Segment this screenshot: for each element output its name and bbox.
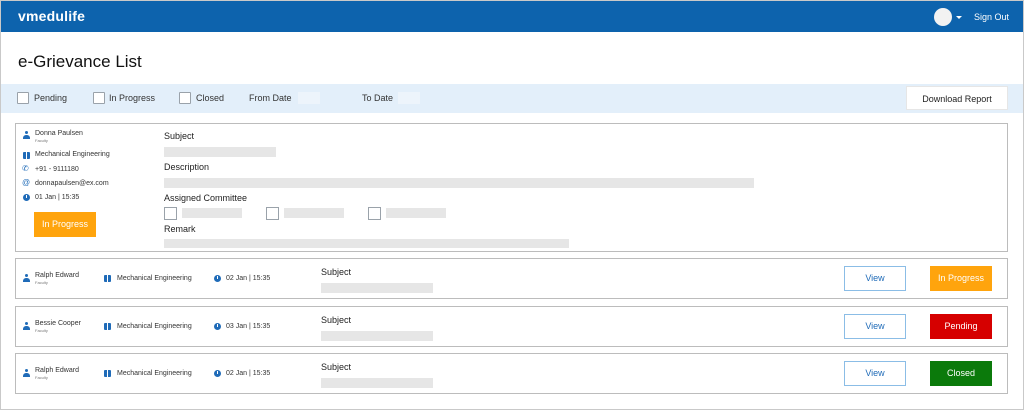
status-in-progress-button[interactable]: In Progress xyxy=(34,212,96,237)
email-icon: @ xyxy=(22,178,31,187)
assigned-committee-label: Assigned Committee xyxy=(164,193,248,203)
book-icon xyxy=(104,370,111,377)
book-icon xyxy=(104,275,111,282)
grievant-name: Bessie Cooper Faculty xyxy=(35,320,81,333)
department: Mechanical Engineering xyxy=(35,151,110,158)
date-time: 02 Jan | 15:35 xyxy=(226,370,271,377)
person-icon xyxy=(23,274,30,282)
subject-value xyxy=(321,283,433,293)
date-time: 01 Jan | 15:35 xyxy=(35,194,80,201)
to-date-label: To Date xyxy=(362,93,394,103)
chevron-down-icon[interactable] xyxy=(956,16,962,19)
to-date-input[interactable] xyxy=(398,92,420,104)
user-avatar[interactable] xyxy=(934,8,952,26)
view-button[interactable]: View xyxy=(844,266,906,291)
from-date-input[interactable] xyxy=(298,92,320,104)
grievant-name: Donna Paulsen Faculty xyxy=(35,130,83,143)
top-navbar: vmedulife Sign Out xyxy=(1,1,1023,32)
subject-label: Subject xyxy=(321,267,352,277)
grievant-name: Ralph Edward Faculty xyxy=(35,367,79,380)
subject-label: Subject xyxy=(321,362,352,372)
page-title: e-Grievance List xyxy=(18,52,142,71)
grievance-card-expanded: Donna Paulsen Faculty Mechanical Engineer… xyxy=(15,123,1008,252)
status-pending-button[interactable]: Pending xyxy=(930,314,992,339)
clock-icon xyxy=(214,275,221,282)
person-icon xyxy=(23,369,30,377)
date-time: 02 Jan | 15:35 xyxy=(226,275,271,282)
view-button[interactable]: View xyxy=(844,361,906,386)
department: Mechanical Engineering xyxy=(117,275,192,282)
closed-label: Closed xyxy=(196,93,225,103)
committee-name xyxy=(386,208,446,218)
view-button[interactable]: View xyxy=(844,314,906,339)
book-icon xyxy=(23,152,30,159)
pending-checkbox[interactable] xyxy=(17,92,29,104)
committee-checkbox[interactable] xyxy=(368,207,381,220)
clock-icon xyxy=(214,370,221,377)
grievance-row[interactable]: Ralph Edward Faculty Mechanical Engineeri… xyxy=(15,353,1008,394)
in-progress-checkbox[interactable] xyxy=(93,92,105,104)
book-icon xyxy=(104,323,111,330)
status-closed-button[interactable]: Closed xyxy=(930,361,992,386)
clock-icon xyxy=(23,194,30,201)
subject-label: Subject xyxy=(164,131,195,141)
remark-label: Remark xyxy=(164,224,196,234)
clock-icon xyxy=(214,323,221,330)
department: Mechanical Engineering xyxy=(117,323,192,330)
grievant-name: Ralph Edward Faculty xyxy=(35,272,79,285)
description-label: Description xyxy=(164,162,210,172)
phone-number: +91 - 9111180 xyxy=(35,166,79,173)
brand-logo[interactable]: vmedulife xyxy=(18,8,85,24)
department: Mechanical Engineering xyxy=(117,370,192,377)
committee-name xyxy=(182,208,242,218)
person-icon xyxy=(23,322,30,330)
description-value xyxy=(164,178,754,188)
filter-bar: Pending In Progress Closed From Date To … xyxy=(1,84,1023,113)
grievance-row[interactable]: Bessie Cooper Faculty Mechanical Engineer… xyxy=(15,306,1008,347)
subject-value xyxy=(321,378,433,388)
pending-label: Pending xyxy=(34,93,68,103)
sign-out-link[interactable]: Sign Out xyxy=(974,12,1009,22)
download-report-button[interactable]: Download Report xyxy=(906,86,1008,110)
subject-value xyxy=(164,147,276,157)
subject-value xyxy=(321,331,433,341)
committee-checkbox[interactable] xyxy=(266,207,279,220)
email-address: donnapaulsen@ex.com xyxy=(35,180,109,187)
from-date-label: From Date xyxy=(249,93,292,103)
person-icon xyxy=(23,131,30,139)
remark-value xyxy=(164,239,569,248)
phone-icon: ✆ xyxy=(22,164,29,173)
committee-checkbox[interactable] xyxy=(164,207,177,220)
grievance-row[interactable]: Ralph Edward Faculty Mechanical Engineeri… xyxy=(15,258,1008,299)
status-in-progress-button[interactable]: In Progress xyxy=(930,266,992,291)
in-progress-label: In Progress xyxy=(109,93,156,103)
committee-name xyxy=(284,208,344,218)
subject-label: Subject xyxy=(321,315,352,325)
date-time: 03 Jan | 15:35 xyxy=(226,323,271,330)
closed-checkbox[interactable] xyxy=(179,92,191,104)
